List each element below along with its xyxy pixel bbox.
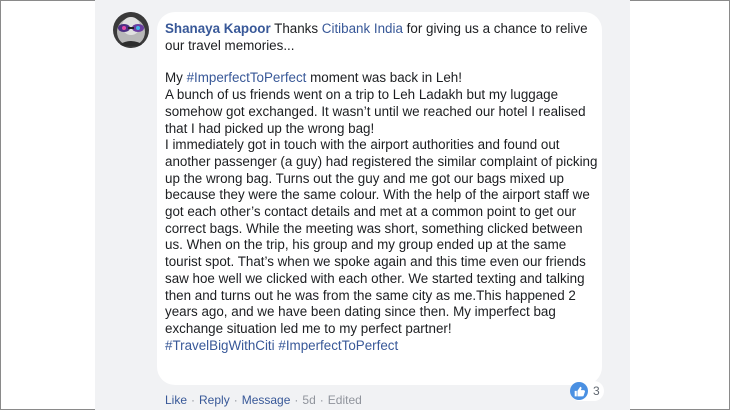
intro-text-before: Thanks — [270, 21, 322, 36]
reaction-count: 3 — [593, 384, 600, 398]
author-name[interactable]: Shanaya Kapoor — [165, 21, 271, 36]
separator: · — [294, 393, 299, 407]
comment-body-text: A bunch of us friends went on a trip to … — [165, 87, 598, 336]
timestamp-link[interactable]: 5d — [302, 393, 315, 407]
avatar[interactable] — [113, 12, 149, 48]
line1-suffix: moment was back in Leh! — [306, 70, 462, 86]
hashtag-imperfect-to-perfect-1[interactable]: #ImperfectToPerfect — [187, 70, 307, 85]
comment-intro: Shanaya Kapoor Thanks Citibank India for… — [165, 21, 602, 54]
edited-label[interactable]: Edited — [328, 393, 362, 407]
separator: · — [191, 393, 196, 407]
hashtag-imperfect-to-perfect-2[interactable]: #ImperfectToPerfect — [278, 338, 398, 353]
like-button[interactable]: Like — [165, 393, 187, 407]
comment-content: Shanaya Kapoor Thanks Citibank India for… — [165, 21, 602, 354]
line1-prefix: My — [165, 70, 187, 86]
like-icon — [570, 382, 588, 400]
comment-body: My #ImperfectToPerfect moment was back i… — [165, 70, 602, 354]
mention-citibank-india[interactable]: Citibank India — [322, 21, 403, 36]
message-button[interactable]: Message — [242, 393, 291, 407]
separator: · — [233, 393, 238, 407]
comment-actions: Like · Reply · Message · 5d · Edited — [165, 393, 362, 407]
reactions-summary[interactable]: 3 — [570, 381, 604, 401]
reply-button[interactable]: Reply — [199, 393, 230, 407]
separator: · — [319, 393, 324, 407]
hashtag-travel-big-with-citi[interactable]: #TravelBigWithCiti — [165, 338, 275, 353]
